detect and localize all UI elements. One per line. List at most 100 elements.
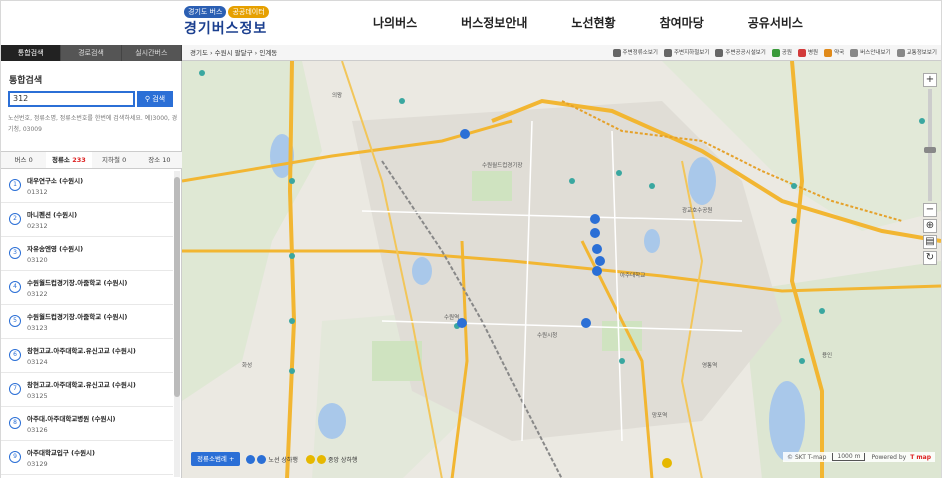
stop-name: 수원월드컵경기장.아줌학교 (수원시)	[27, 279, 128, 287]
list-item[interactable]: 7 창현고교.아주대학교.유신고교 (수원시) 03125	[1, 373, 173, 407]
layer-label: 주변공공시설보기	[725, 50, 766, 56]
map-canvas[interactable]: 수원역 수원시청 아주대학교 광교호수공원 수원월드컵경기장 영통역 망포역 용…	[182, 61, 941, 478]
tab-bus[interactable]: 버스 0	[1, 152, 46, 168]
map-label: 의왕	[332, 93, 343, 99]
nav-route-status[interactable]: 노선현황	[571, 1, 615, 45]
bus-icon	[850, 48, 859, 57]
map-label: 망포역	[652, 413, 668, 419]
search-input[interactable]: 312	[8, 91, 135, 107]
stop-code: 03122	[27, 290, 48, 298]
map-label: 아주대학교	[620, 273, 646, 279]
list-item[interactable]: 4 수원월드컵경기장.아줌학교 (수원시) 03122	[1, 271, 173, 305]
list-item[interactable]: 6 창현고교.아주대학교.유신고교 (수원시) 03124	[1, 339, 173, 373]
result-number: 9	[9, 451, 21, 463]
list-item[interactable]: 8 아주대.아주대학교병원 (수원시) 03126	[1, 407, 173, 441]
stop-name: 대우연구소 (수원시)	[27, 177, 84, 185]
tab-subway[interactable]: 지하철 0	[92, 152, 137, 168]
layer-toggles: 주변정류소보기 주변지하철보기 주변공공시설보기 공원 병원 약국 버스안내보기…	[607, 45, 937, 61]
legend-item: 노선 상하행	[246, 454, 298, 464]
layer-bus-info[interactable]: 버스안내보기	[850, 45, 891, 61]
layer-nearby-subway[interactable]: 주변지하철보기	[663, 45, 710, 61]
tab-place-label: 장소	[148, 156, 161, 164]
layer-hospital[interactable]: 병원	[798, 45, 818, 61]
yellow-stop-icon	[305, 454, 315, 464]
zoom-in-button[interactable]: +	[923, 73, 937, 87]
map-layer-icon[interactable]: ▤	[923, 235, 937, 249]
list-item[interactable]: 5 수원월드컵경기장.아줌학교 (수원시) 03123	[1, 305, 173, 339]
logo-tag: 공공데이터	[228, 6, 269, 18]
tab-route-search[interactable]: 경로검색	[61, 45, 122, 61]
stop-name: 창현고교.아주대학교.유신고교 (수원시)	[27, 381, 136, 389]
stop-code: 03126	[27, 426, 48, 434]
map-label: 용인	[822, 353, 833, 359]
tab-bus-count: 0	[28, 156, 33, 164]
list-item[interactable]: 2 마니펜션 (수원시) 02312	[1, 203, 173, 237]
layer-label: 주변지하철보기	[673, 50, 710, 56]
stop-name: 창현고교.아주대학교.유신고교 (수원시)	[27, 347, 136, 355]
powered-by: Powered by	[871, 453, 907, 461]
result-number: 4	[9, 281, 21, 293]
nav-shared-service[interactable]: 공유서비스	[748, 1, 803, 45]
stop-name: 아주대학교입구 (수원시)	[27, 449, 96, 457]
blue-stop-icon	[246, 454, 256, 464]
scale-bar: 1000 m	[832, 453, 866, 461]
map-label: 수원역	[444, 315, 460, 321]
scrollbar-thumb[interactable]	[174, 177, 180, 397]
tab-place[interactable]: 장소 10	[137, 152, 182, 168]
tab-integrated-search[interactable]: 통합검색	[1, 45, 62, 61]
layer-park[interactable]: 공원	[771, 45, 792, 61]
result-number: 1	[9, 179, 21, 191]
tab-subway-label: 지하철	[102, 156, 120, 164]
yellow-stop-icon	[316, 454, 326, 464]
stop-name: 자유송엔영 (수원시)	[27, 245, 84, 253]
park-icon	[771, 48, 780, 57]
search-button[interactable]: ⚲ 검색	[137, 91, 173, 107]
layer-traffic[interactable]: 교통정보보기	[896, 45, 937, 61]
stop-name: 수원월드컵경기장.아줌학교 (수원시)	[27, 313, 128, 321]
stop-code: 01312	[27, 188, 48, 196]
stop-code: 03124	[27, 358, 48, 366]
legend-item: 중앙 상하행	[305, 454, 358, 464]
blue-stop-icon	[257, 454, 267, 464]
tab-stop[interactable]: 정류소 233	[46, 152, 92, 168]
result-number: 6	[9, 349, 21, 361]
zoom-control: + − ⊕ ▤ ↻	[923, 73, 937, 267]
tab-place-count: 10	[162, 156, 171, 164]
logo-tag: 경기도 버스	[184, 6, 227, 18]
result-number: 2	[9, 213, 21, 225]
list-scrollbar[interactable]	[174, 171, 180, 477]
zoom-slider-knob[interactable]	[924, 147, 936, 153]
logo[interactable]: 경기도 버스 공공데이터 경기버스정보	[184, 6, 274, 40]
map-graphic	[182, 61, 941, 478]
layer-public-facilities[interactable]: 주변공공시설보기	[715, 45, 766, 61]
map-label: 수원시청	[537, 333, 558, 339]
tab-bus-label: 버스	[14, 156, 27, 164]
map-mode-icon[interactable]: ⊕	[923, 219, 937, 233]
tab-realtime-bus[interactable]: 실시간버스	[122, 45, 182, 61]
result-number: 3	[9, 247, 21, 259]
stop-name: 마니펜션 (수원시)	[27, 211, 78, 219]
zoom-out-button[interactable]: −	[923, 203, 937, 217]
traffic-icon	[896, 48, 905, 57]
stop-code: 02312	[27, 222, 48, 230]
nav-bus-info[interactable]: 버스정보안내	[461, 1, 527, 45]
map-toolbar: 경기도 › 수원시 팔달구 › 인계동 주변정류소보기 주변지하철보기 주변공공…	[182, 45, 941, 61]
layer-label: 약국	[834, 50, 845, 56]
refresh-icon[interactable]: ↻	[923, 251, 937, 265]
map-label: 수원월드컵경기장	[482, 163, 523, 169]
map-label: 화성	[242, 363, 253, 369]
legend-toggle-button[interactable]: 정류소범례 +	[191, 452, 241, 466]
tab-subway-count: 0	[122, 156, 127, 164]
layer-label: 교통정보보기	[906, 50, 937, 56]
nav-my-bus[interactable]: 나의버스	[373, 1, 417, 45]
layer-pharmacy[interactable]: 약국	[824, 45, 844, 61]
nav-participation[interactable]: 참여마당	[660, 1, 704, 45]
layer-nearby-stops[interactable]: 주변정류소보기	[612, 45, 658, 61]
list-item[interactable]: 9 아주대학교입구 (수원시) 03129	[1, 441, 173, 475]
list-item[interactable]: 1 대우연구소 (수원시) 01312	[1, 169, 173, 203]
result-number: 8	[9, 417, 21, 429]
list-item[interactable]: 3 자유송엔영 (수원시) 03120	[1, 237, 173, 271]
zoom-slider[interactable]	[924, 89, 936, 201]
stop-name: 아주대.아주대학교병원 (수원시)	[27, 415, 116, 423]
legend-label: 중앙 상하행	[327, 456, 358, 464]
